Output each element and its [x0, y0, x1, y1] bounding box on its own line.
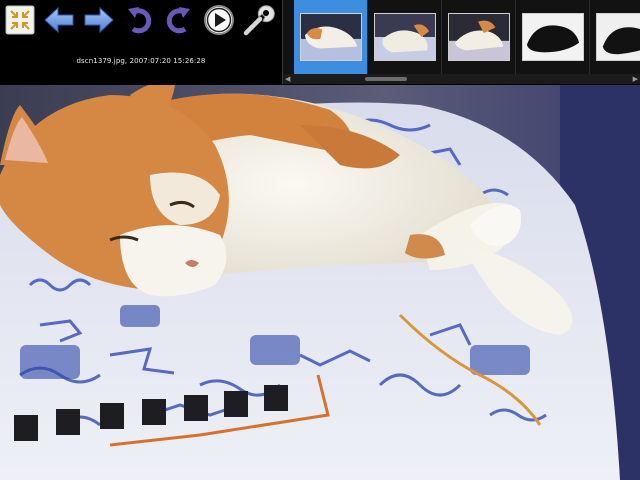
- rotate-right-button[interactable]: [161, 4, 195, 36]
- wrench-icon: [243, 5, 275, 36]
- settings-button[interactable]: [242, 4, 276, 36]
- scroll-right-icon[interactable]: ▶: [630, 75, 638, 83]
- filmstrip: ◀ ▶: [282, 0, 640, 84]
- arrow-right-icon: [84, 6, 114, 34]
- rotate-ccw-icon: [128, 7, 152, 34]
- filmstrip-scrollbar[interactable]: ◀ ▶: [283, 74, 640, 84]
- rotate-left-button[interactable]: [123, 4, 157, 36]
- thumbnail-image: [300, 13, 362, 61]
- arrow-left-icon: [44, 6, 74, 34]
- fit-window-icon: [5, 5, 35, 35]
- thumbnail-image: [448, 13, 510, 61]
- thumbnail-image: [374, 13, 436, 61]
- previous-button[interactable]: [42, 4, 76, 36]
- scrollbar-thumb[interactable]: [365, 77, 407, 81]
- toolbar: dscn1379.jpg, 2007:07:20 15:26:28: [0, 0, 282, 84]
- thumbnail-1[interactable]: [294, 0, 368, 74]
- play-icon: [204, 5, 234, 35]
- thumbnail-2[interactable]: [368, 0, 442, 74]
- slideshow-button[interactable]: [202, 4, 236, 36]
- next-button[interactable]: [82, 4, 116, 36]
- thumbnail-image: [596, 13, 640, 61]
- fit-window-button[interactable]: [3, 4, 37, 36]
- rotate-cw-icon: [166, 7, 190, 34]
- thumbnail-image: [522, 13, 584, 61]
- main-photo: [0, 85, 640, 480]
- thumbnail-4[interactable]: [516, 0, 590, 74]
- image-caption: dscn1379.jpg, 2007:07:20 15:26:28: [76, 57, 206, 65]
- thumbnail-3[interactable]: [442, 0, 516, 74]
- thumbnail-5[interactable]: [590, 0, 640, 74]
- scroll-left-icon[interactable]: ◀: [285, 75, 293, 83]
